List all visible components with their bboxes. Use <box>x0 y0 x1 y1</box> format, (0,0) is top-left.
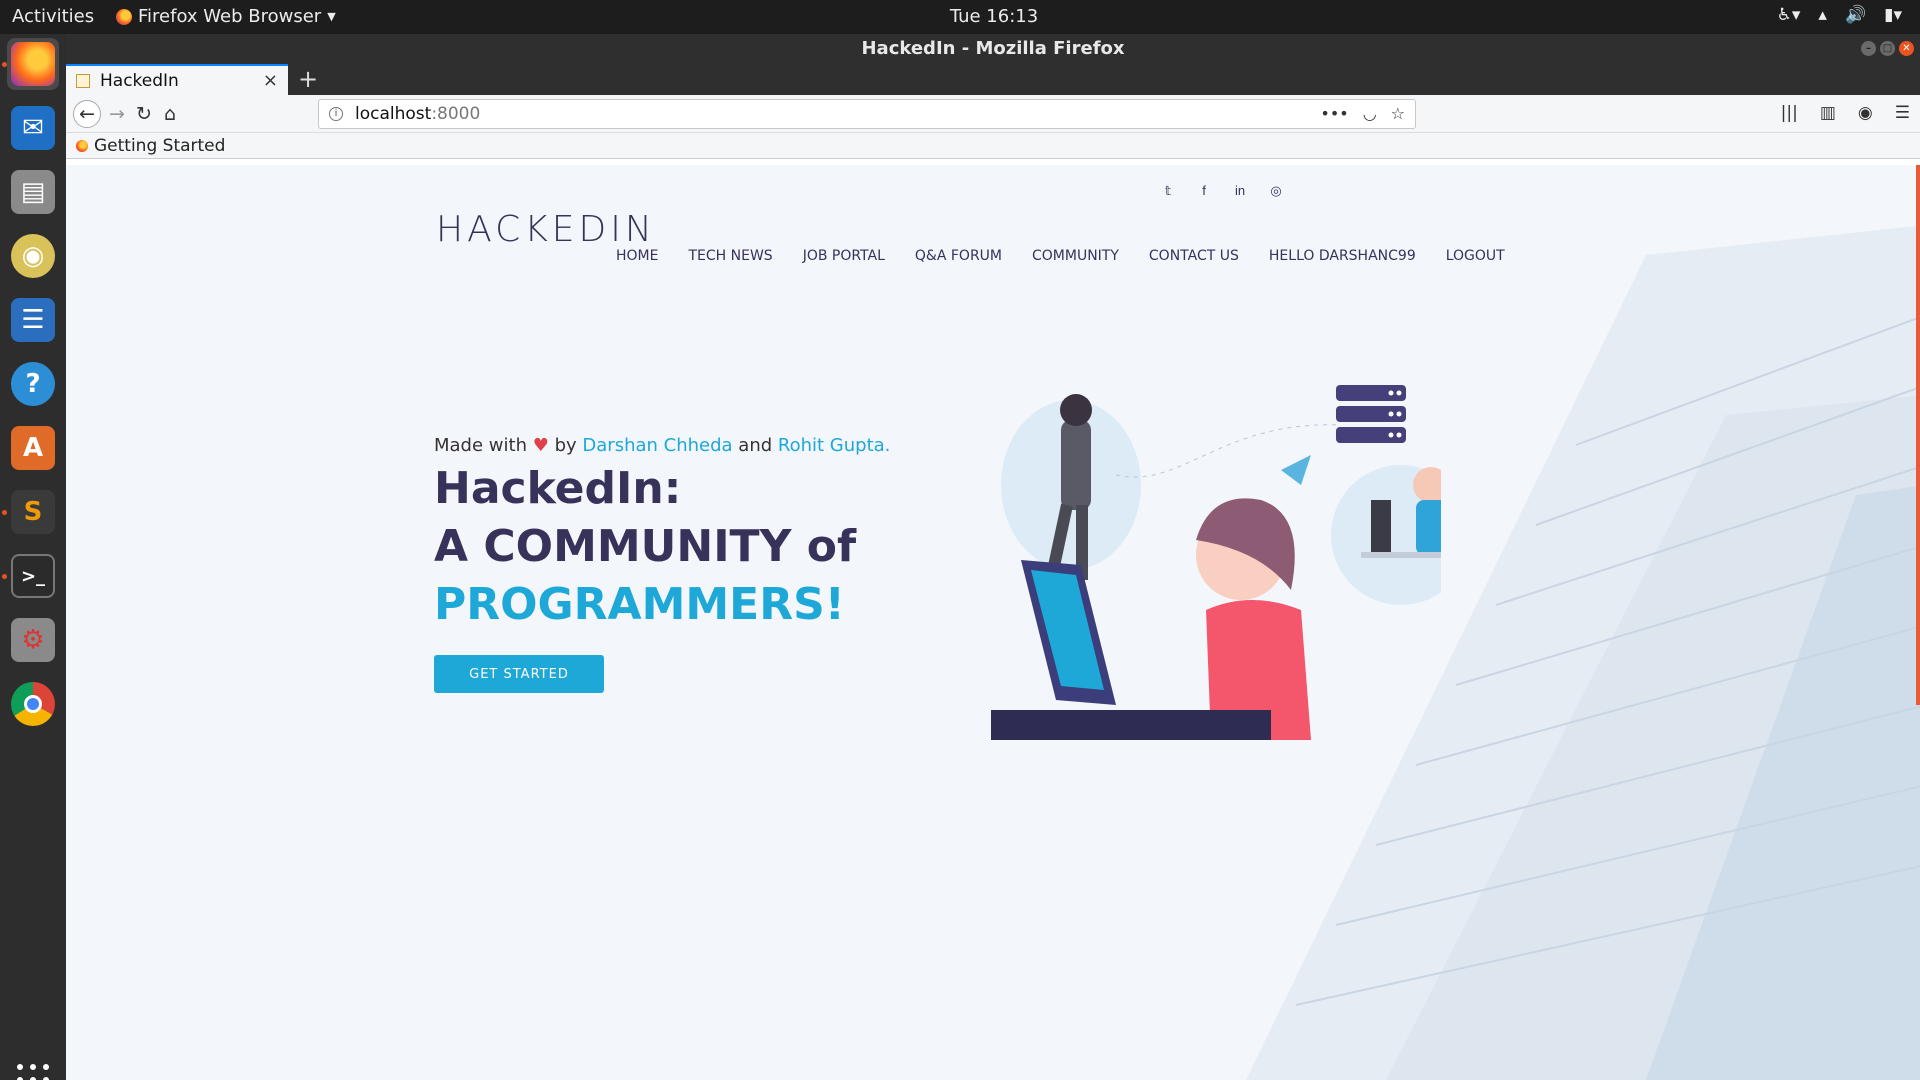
firefox-icon <box>76 139 88 152</box>
heart-icon: ♥ <box>532 435 549 456</box>
sidebar-icon[interactable]: ▥ <box>1820 103 1836 123</box>
system-tray[interactable]: ♿▾ ▴ 🔊 ▮▾ <box>1777 5 1902 25</box>
nav-contact-us[interactable]: CONTACT US <box>1149 248 1239 264</box>
dock-writer[interactable]: ☰ <box>7 294 59 346</box>
url-bar[interactable]: i localhost:8000 ••• ◡ ☆ <box>318 99 1416 129</box>
close-tab-icon[interactable]: × <box>263 70 278 91</box>
tab-hackedin[interactable]: HackedIn × <box>66 64 288 95</box>
navigation-toolbar: ← → ↻ ⌂ i localhost:8000 ••• ◡ ☆ ||| ▥ ◉… <box>66 95 1920 133</box>
new-tab-button[interactable]: + <box>298 65 318 93</box>
dock-thunderbird[interactable]: ✉ <box>7 102 59 154</box>
url-port: :8000 <box>431 104 481 124</box>
site-nav: HOME TECH NEWS JOB PORTAL Q&A FORUM COMM… <box>616 248 1505 264</box>
hero-title-line-3: PROGRAMMERS! <box>434 579 845 630</box>
firefox-icon <box>11 42 55 86</box>
page-actions: ••• ◡ ☆ <box>1320 104 1405 123</box>
url-host: localhost <box>355 104 432 124</box>
nav-job-portal[interactable]: JOB PORTAL <box>803 248 885 264</box>
window-title: HackedIn - Mozilla Firefox <box>861 38 1125 59</box>
wifi-icon[interactable]: ▴ <box>1818 5 1827 25</box>
more-actions-icon[interactable]: ••• <box>1320 104 1348 123</box>
settings-icon: ⚙ <box>11 618 55 662</box>
back-button[interactable]: ← <box>73 100 101 128</box>
made-with-line: Made with ♥ by Darshan Chheda and Rohit … <box>434 435 890 456</box>
files-icon: ▤ <box>11 170 55 214</box>
forward-button[interactable]: → <box>103 100 131 128</box>
close-icon[interactable]: ✕ <box>1899 41 1914 56</box>
nav-logout[interactable]: LOGOUT <box>1446 248 1505 264</box>
writer-icon: ☰ <box>11 298 55 342</box>
chrome-icon <box>11 682 55 726</box>
nav-tech-news[interactable]: TECH NEWS <box>688 248 772 264</box>
battery-icon[interactable]: ▮▾ <box>1884 5 1902 25</box>
facebook-icon[interactable]: f <box>1197 183 1211 199</box>
menu-icon[interactable]: ☰ <box>1895 103 1910 123</box>
dock: ✉ ▤ ◉ ☰ ? A S >_ ⚙ <box>0 34 66 1080</box>
terminal-icon: >_ <box>11 554 55 598</box>
pocket-icon[interactable]: ◡ <box>1363 104 1377 123</box>
minimize-icon[interactable]: – <box>1861 41 1876 56</box>
web-page: 𝕥 f in ◎ HACKEDIN HOME TECH NEWS JOB POR… <box>66 165 1920 1080</box>
nav-user-greeting[interactable]: HELLO DARSHANC99 <box>1269 248 1416 264</box>
gnome-top-bar: Activities Firefox Web Browser ▼ Tue 16:… <box>0 0 1920 34</box>
made-with-by: by <box>554 435 577 456</box>
hero-illustration <box>991 385 1441 740</box>
window-controls: – □ ✕ <box>1861 41 1914 56</box>
bookmark-getting-started[interactable]: Getting Started <box>94 136 225 156</box>
account-icon[interactable]: ◉ <box>1858 103 1873 123</box>
dock-settings[interactable]: ⚙ <box>7 614 59 666</box>
favicon-icon <box>76 73 90 88</box>
home-button[interactable]: ⌂ <box>156 100 184 128</box>
show-applications-icon[interactable] <box>17 1064 49 1080</box>
dock-firefox[interactable] <box>7 38 59 90</box>
dock-software-center[interactable]: A <box>7 422 59 474</box>
bookmark-star-icon[interactable]: ☆ <box>1391 104 1405 123</box>
author-link-2[interactable]: Rohit Gupta. <box>778 435 891 456</box>
clock[interactable]: Tue 16:13 <box>0 6 1920 27</box>
nav-home[interactable]: HOME <box>616 248 658 264</box>
author-link-1[interactable]: Darshan Chheda <box>582 435 732 456</box>
library-icon[interactable]: ||| <box>1781 103 1798 123</box>
made-with-prefix: Made with <box>434 435 527 456</box>
dock-sublime[interactable]: S <box>7 486 59 538</box>
dock-terminal[interactable]: >_ <box>7 550 59 602</box>
maximize-icon[interactable]: □ <box>1880 41 1895 56</box>
nav-community[interactable]: COMMUNITY <box>1032 248 1119 264</box>
tab-label: HackedIn <box>100 70 179 91</box>
hero-title-line-2: A COMMUNITY of <box>434 521 857 572</box>
dock-chrome[interactable] <box>7 678 59 730</box>
accessibility-icon[interactable]: ♿▾ <box>1777 5 1801 25</box>
social-links: 𝕥 f in ◎ <box>1161 183 1283 199</box>
tab-strip: HackedIn × + <box>66 64 1920 95</box>
toolbar-right: ||| ▥ ◉ ☰ <box>1781 103 1910 123</box>
help-icon: ? <box>11 362 55 406</box>
twitter-icon[interactable]: 𝕥 <box>1161 183 1175 199</box>
bookmarks-toolbar: Getting Started <box>66 133 1920 159</box>
hero-title-line-1: HackedIn: <box>434 463 682 514</box>
instagram-icon[interactable]: ◎ <box>1269 183 1283 199</box>
dock-help[interactable]: ? <box>7 358 59 410</box>
linkedin-icon[interactable]: in <box>1233 183 1247 199</box>
nav-qa-forum[interactable]: Q&A FORUM <box>915 248 1002 264</box>
rhythmbox-icon: ◉ <box>11 234 55 278</box>
site-logo[interactable]: HACKEDIN <box>436 209 656 250</box>
site-info-icon[interactable]: i <box>329 107 343 121</box>
thunderbird-icon: ✉ <box>11 106 55 150</box>
made-with-and: and <box>738 435 773 456</box>
reload-button[interactable]: ↻ <box>130 100 158 128</box>
dock-rhythmbox[interactable]: ◉ <box>7 230 59 282</box>
software-center-icon: A <box>11 426 55 470</box>
sublime-text-icon: S <box>11 490 55 534</box>
get-started-button[interactable]: GET STARTED <box>434 655 604 693</box>
volume-icon[interactable]: 🔊 <box>1845 5 1866 25</box>
window-titlebar[interactable]: HackedIn - Mozilla Firefox – □ ✕ <box>66 34 1920 64</box>
dock-files[interactable]: ▤ <box>7 166 59 218</box>
scrollbar[interactable] <box>1916 165 1920 705</box>
firefox-window: HackedIn - Mozilla Firefox – □ ✕ HackedI… <box>66 34 1920 1080</box>
